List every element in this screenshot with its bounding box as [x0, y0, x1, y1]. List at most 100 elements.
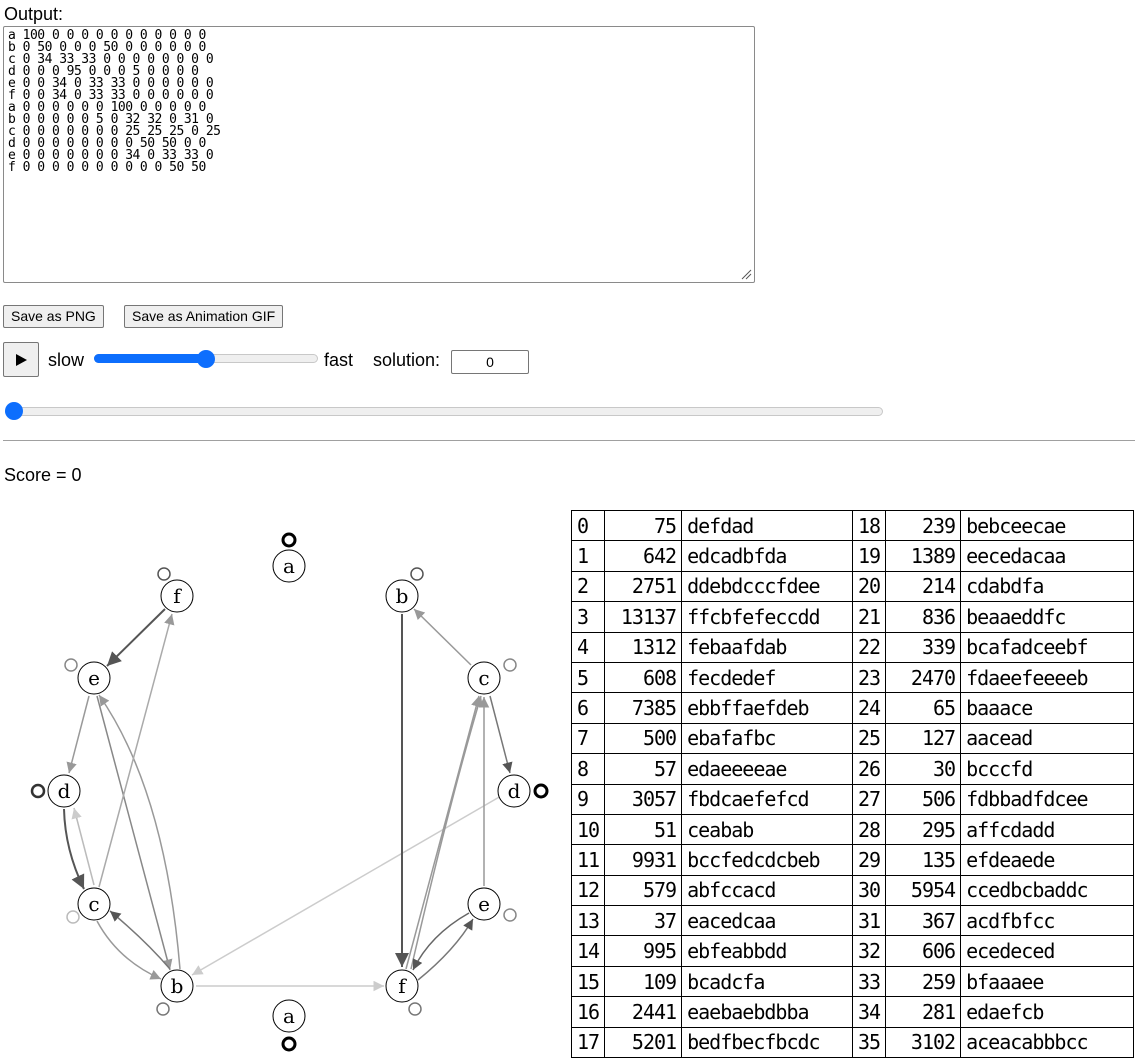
score-display: Score = 0	[4, 465, 82, 486]
row-index: 27	[851, 783, 887, 815]
self-loop	[503, 658, 517, 672]
table-row[interactable]: 14 995 ebfeabbdd	[570, 935, 854, 967]
divider	[3, 440, 1135, 441]
row-index: 8	[570, 753, 606, 785]
row-index: 35	[851, 1026, 887, 1059]
row-word: bccfedcdcbeb	[681, 844, 854, 876]
row-word: acdfbfcc	[960, 905, 1135, 937]
row-score: 37	[604, 905, 683, 937]
table-row[interactable]: 11 9931 bccfedcdcbeb	[570, 844, 854, 876]
table-row[interactable]: 12 579 abfccacd	[570, 874, 854, 907]
turn-slider[interactable]	[5, 407, 883, 416]
table-row[interactable]: 26 30 bcccfd	[851, 753, 1135, 785]
table-row[interactable]: 32 606 ecedeced	[851, 935, 1135, 967]
row-score: 239	[885, 509, 962, 542]
edge	[63, 808, 85, 890]
output-textarea[interactable]: a 100 0 0 0 0 0 0 0 0 0 0 0 b 0 50 0 0 0…	[3, 26, 755, 283]
row-score: 606	[885, 935, 962, 967]
graph-node-label: d	[508, 779, 521, 803]
table-row[interactable]: 23 2470 fdaeefeeeeb	[851, 661, 1135, 694]
speed-slider-thumb[interactable]	[197, 350, 215, 368]
row-word: fdaeefeeeeb	[960, 661, 1135, 694]
row-index: 10	[570, 813, 606, 846]
table-row[interactable]: 0 75 defdad	[570, 509, 854, 542]
row-score: 1312	[604, 631, 683, 663]
slow-label: slow	[48, 350, 85, 370]
row-word: eecedacaa	[960, 540, 1135, 572]
row-index: 26	[851, 753, 887, 785]
output-label: Output:	[4, 4, 64, 24]
row-score: 2470	[885, 661, 962, 694]
table-row[interactable]: 1 642 edcadbfda	[570, 540, 854, 572]
row-score: 2441	[604, 996, 683, 1028]
row-index: 20	[851, 570, 887, 603]
table-row[interactable]: 22 339 bcafadceebf	[851, 631, 1135, 663]
row-index: 16	[570, 996, 606, 1028]
table-row[interactable]: 27 506 fdbbadfdcee	[851, 783, 1135, 815]
edge	[106, 608, 166, 667]
row-score: 339	[885, 631, 962, 663]
save-gif-button[interactable]: Save as Animation GIF	[124, 305, 284, 328]
table-row[interactable]: 16 2441 eaebaebdbba	[570, 996, 854, 1028]
table-row[interactable]: 3 13137 ffcbfefeccdd	[570, 601, 854, 633]
row-word: bcadcfa	[681, 965, 854, 998]
row-index: 9	[570, 783, 606, 815]
graph-node-label: d	[58, 779, 71, 803]
graph-node-label: b	[396, 584, 409, 608]
table-row[interactable]: 4 1312 febaafdab	[570, 631, 854, 663]
row-word: edaefcb	[960, 996, 1135, 1028]
table-row[interactable]: 28 295 affcdadd	[851, 813, 1135, 846]
row-word: efdeaede	[960, 844, 1135, 876]
row-word: bfaaaee	[960, 965, 1135, 998]
table-row[interactable]: 25 127 aacead	[851, 722, 1135, 755]
graph-node-label: a	[283, 1004, 295, 1028]
row-index: 28	[851, 813, 887, 846]
edge	[413, 608, 472, 666]
row-score: 5954	[885, 874, 962, 907]
score-value: 0	[71, 465, 82, 485]
table-row[interactable]: 10 51 ceabab	[570, 813, 854, 846]
row-index: 19	[851, 540, 887, 572]
table-row[interactable]: 20 214 cdabdfa	[851, 570, 1135, 603]
table-row[interactable]: 5 608 fecdedef	[570, 661, 854, 694]
table-row[interactable]: 17 5201 bedfbecfbcdc	[570, 1026, 854, 1059]
solution-input[interactable]	[451, 350, 529, 374]
row-score: 7385	[604, 692, 683, 724]
row-word: ceabab	[681, 813, 854, 846]
table-row[interactable]: 8 57 edaeeeeae	[570, 753, 854, 785]
row-word: ffcbfefeccdd	[681, 601, 854, 633]
table-row[interactable]: 18 239 bebceecae	[851, 509, 1135, 542]
row-score: 5201	[604, 1026, 683, 1059]
table-row[interactable]: 30 5954 ccedbcbaddc	[851, 874, 1135, 907]
table-row[interactable]: 19 1389 eecedacaa	[851, 540, 1135, 572]
turn-slider-thumb[interactable]	[5, 402, 23, 420]
self-loop	[157, 567, 171, 581]
fast-label: fast	[324, 350, 354, 370]
row-word: beaaeddfc	[960, 601, 1135, 633]
table-row[interactable]: 34 281 edaefcb	[851, 996, 1135, 1028]
play-button[interactable]	[3, 342, 39, 377]
table-row[interactable]: 35 3102 aceacabbbcc	[851, 1026, 1135, 1059]
table-row[interactable]: 21 836 beaaeddfc	[851, 601, 1135, 633]
row-score: 295	[885, 813, 962, 846]
resize-grip-icon[interactable]	[740, 268, 752, 280]
table-row[interactable]: 24 65 baaace	[851, 692, 1135, 724]
table-row[interactable]: 6 7385 ebbffaefdeb	[570, 692, 854, 724]
table-row[interactable]: 2 2751 ddebdcccfdee	[570, 570, 854, 603]
row-score: 579	[604, 874, 683, 907]
self-loop	[281, 1036, 297, 1052]
row-index: 11	[570, 844, 606, 876]
table-row[interactable]: 7 500 ebafafbc	[570, 722, 854, 755]
self-loop	[64, 658, 78, 672]
table-row[interactable]: 33 259 bfaaaee	[851, 965, 1135, 998]
table-row[interactable]: 13 37 eacedcaa	[570, 905, 854, 937]
row-score: 367	[885, 905, 962, 937]
save-png-button[interactable]: Save as PNG	[3, 305, 104, 328]
table-row[interactable]: 9 3057 fbdcaefefcd	[570, 783, 854, 815]
row-index: 23	[851, 661, 887, 694]
self-loop	[66, 910, 80, 924]
self-loop	[156, 1002, 170, 1016]
table-row[interactable]: 31 367 acdfbfcc	[851, 905, 1135, 937]
table-row[interactable]: 15 109 bcadcfa	[570, 965, 854, 998]
table-row[interactable]: 29 135 efdeaede	[851, 844, 1135, 876]
